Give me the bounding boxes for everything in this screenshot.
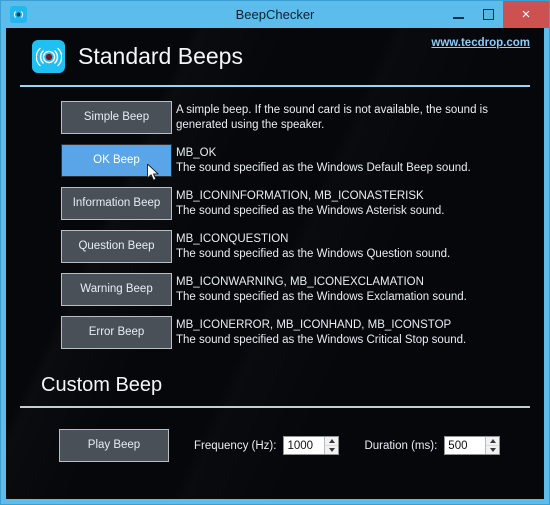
duration-spin-arrows bbox=[485, 437, 499, 454]
ok-beep-label: OK Beep bbox=[93, 154, 140, 166]
app-icon-small bbox=[10, 6, 27, 23]
ok-beep-button[interactable]: OK Beep bbox=[61, 144, 172, 177]
play-beep-button[interactable]: Play Beep bbox=[59, 429, 169, 462]
warning-beep-button[interactable]: Warning Beep bbox=[61, 273, 172, 306]
app-window: BeepChecker × bbox=[0, 0, 550, 505]
description-information-beep: MB_ICONINFORMATION, MB_ICONASTERISK The … bbox=[176, 189, 532, 232]
frequency-label: Frequency (Hz): bbox=[194, 440, 276, 452]
standard-beeps-section: Simple Beep OK Beep Information Beep Que… bbox=[6, 87, 544, 361]
description-text: The sound specified as the Windows Excla… bbox=[176, 290, 532, 305]
close-icon: × bbox=[522, 7, 531, 22]
error-beep-button[interactable]: Error Beep bbox=[61, 316, 172, 349]
description-text: The sound specified as the Windows Criti… bbox=[176, 333, 532, 348]
minimize-icon bbox=[453, 17, 464, 19]
frequency-stepper[interactable] bbox=[283, 436, 339, 455]
description-code: MB_ICONINFORMATION, MB_ICONASTERISK bbox=[176, 189, 532, 204]
maximize-icon bbox=[483, 9, 494, 20]
frequency-decrement-button[interactable] bbox=[325, 446, 338, 454]
description-simple-beep: A simple beep. If the sound card is not … bbox=[176, 101, 532, 146]
mouse-cursor-icon bbox=[147, 164, 160, 182]
maximize-button[interactable] bbox=[473, 1, 503, 28]
title-bar[interactable]: BeepChecker × bbox=[1, 1, 549, 28]
chevron-down-icon bbox=[490, 448, 496, 452]
frequency-spin-arrows bbox=[324, 437, 338, 454]
custom-beep-title: Custom Beep bbox=[41, 369, 530, 401]
description-text: The sound specified as the Windows Aster… bbox=[176, 204, 532, 219]
description-warning-beep: MB_ICONWARNING, MB_ICONEXCLAMATION The s… bbox=[176, 275, 532, 318]
description-text: A simple beep. If the sound card is not … bbox=[176, 103, 532, 132]
duration-label: Duration (ms): bbox=[364, 440, 437, 452]
duration-stepper[interactable] bbox=[444, 436, 500, 455]
minimize-button[interactable] bbox=[443, 1, 473, 28]
beep-signal-icon bbox=[32, 40, 65, 73]
information-beep-button[interactable]: Information Beep bbox=[61, 187, 172, 220]
chevron-down-icon bbox=[329, 448, 335, 452]
caption-button-group: × bbox=[443, 1, 549, 28]
page-title: Standard Beeps bbox=[78, 43, 243, 70]
custom-beep-controls: Play Beep Frequency (Hz): Duration (ms): bbox=[20, 408, 530, 462]
description-error-beep: MB_ICONERROR, MB_ICONHAND, MB_ICONSTOP T… bbox=[176, 318, 532, 361]
description-question-beep: MB_ICONQUESTION The sound specified as t… bbox=[176, 232, 532, 275]
beep-button-column: Simple Beep OK Beep Information Beep Que… bbox=[6, 101, 176, 361]
duration-increment-button[interactable] bbox=[486, 437, 499, 446]
close-button[interactable]: × bbox=[503, 1, 549, 28]
page-header: Standard Beeps www.tecdrop.com bbox=[6, 28, 544, 85]
question-beep-button[interactable]: Question Beep bbox=[61, 230, 172, 263]
chevron-up-icon bbox=[490, 439, 496, 443]
description-code: MB_ICONQUESTION bbox=[176, 232, 532, 247]
frequency-increment-button[interactable] bbox=[325, 437, 338, 446]
simple-beep-button[interactable]: Simple Beep bbox=[61, 101, 172, 134]
duration-decrement-button[interactable] bbox=[486, 446, 499, 454]
description-text: The sound specified as the Windows Defau… bbox=[176, 161, 532, 176]
description-code: MB_ICONERROR, MB_ICONHAND, MB_ICONSTOP bbox=[176, 318, 532, 333]
frequency-input[interactable] bbox=[284, 437, 324, 454]
description-text: The sound specified as the Windows Quest… bbox=[176, 247, 532, 262]
chevron-up-icon bbox=[329, 439, 335, 443]
custom-beep-section: Custom Beep Play Beep Frequency (Hz): bbox=[6, 361, 544, 462]
description-ok-beep: MB_OK The sound specified as the Windows… bbox=[176, 146, 532, 189]
duration-input[interactable] bbox=[445, 437, 485, 454]
description-code: MB_OK bbox=[176, 146, 532, 161]
website-link[interactable]: www.tecdrop.com bbox=[431, 37, 530, 49]
description-code: MB_ICONWARNING, MB_ICONEXCLAMATION bbox=[176, 275, 532, 290]
beep-signal-glyph bbox=[36, 44, 62, 70]
beep-app-icon bbox=[12, 8, 25, 21]
client-area: Standard Beeps www.tecdrop.com Simple Be… bbox=[6, 28, 544, 499]
beep-description-column: A simple beep. If the sound card is not … bbox=[176, 101, 544, 361]
